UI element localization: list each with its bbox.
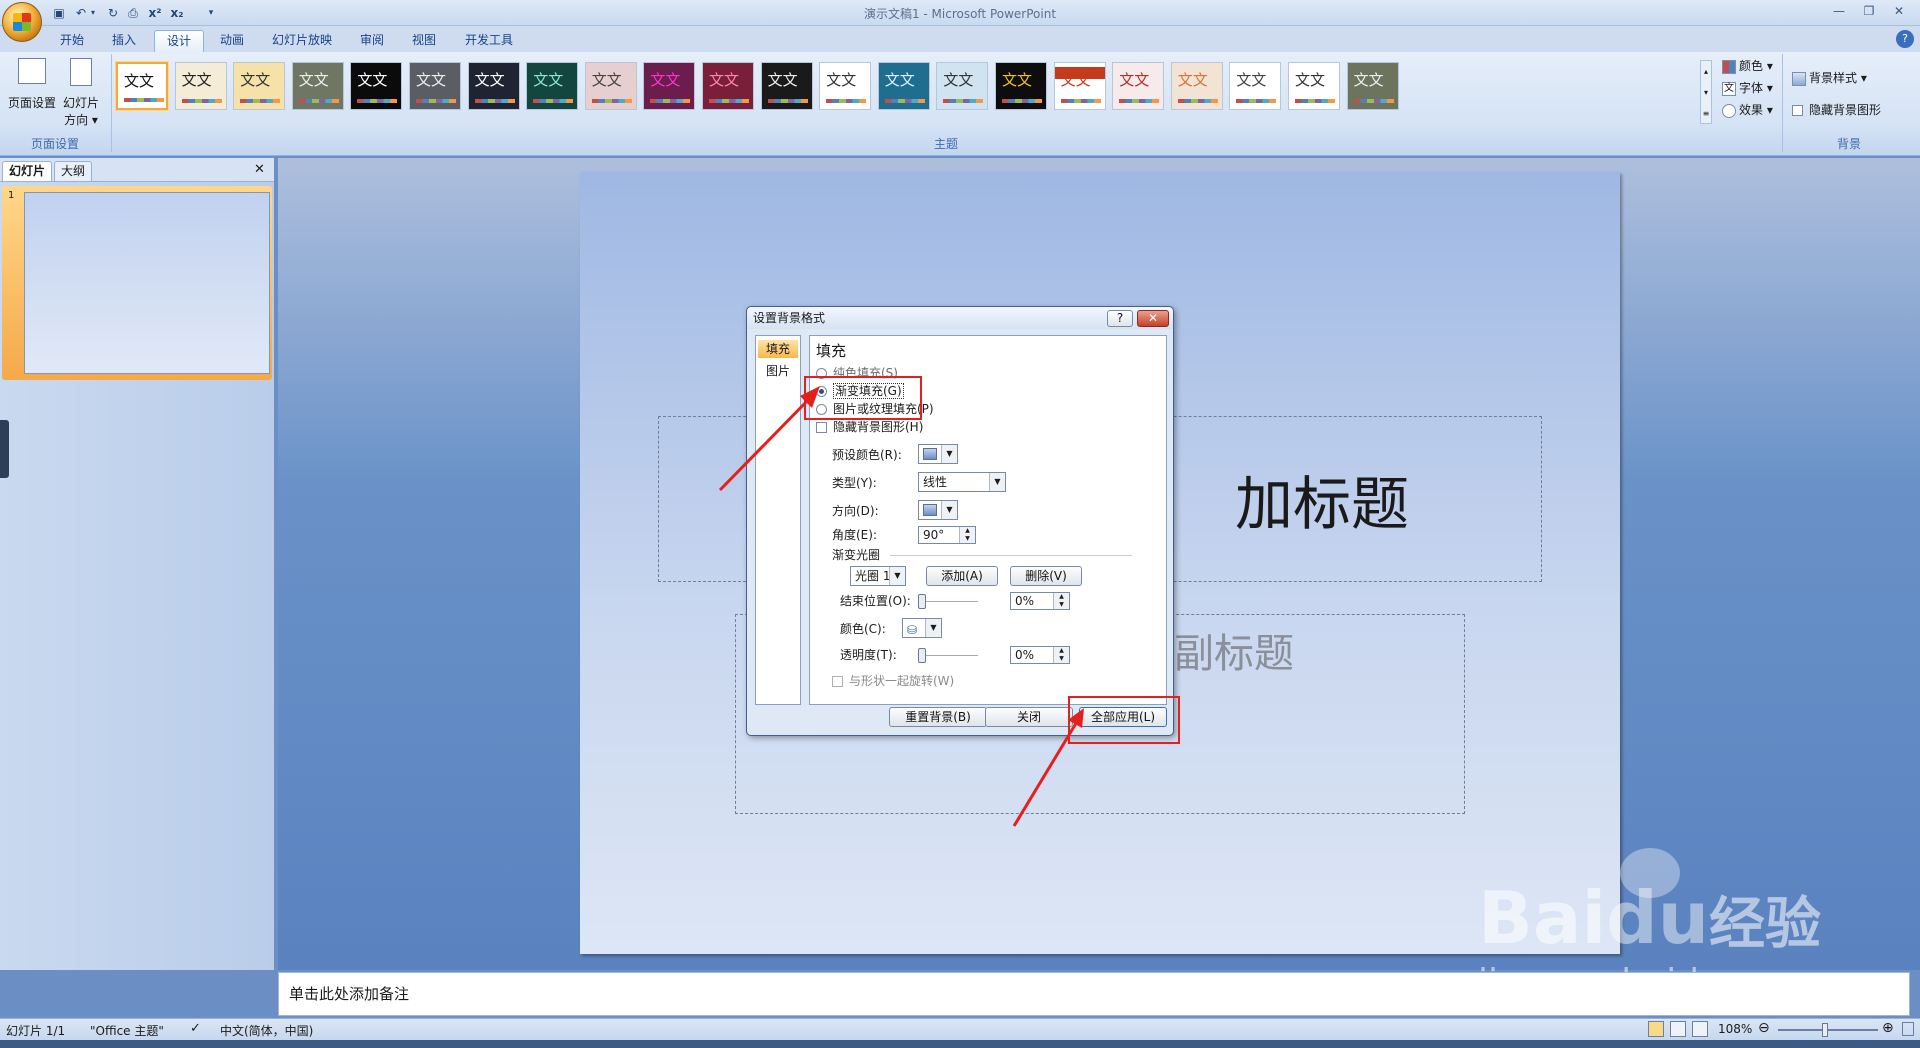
fit-window-icon[interactable] <box>1902 1022 1914 1036</box>
office-button[interactable] <box>2 2 42 42</box>
taskbar <box>0 1040 1920 1048</box>
arrow-line-1 <box>718 394 814 492</box>
zoom-in-icon[interactable]: ⊕ <box>1882 1020 1894 1036</box>
normal-view-icon[interactable] <box>1648 1021 1664 1037</box>
slideshow-view-icon[interactable] <box>1692 1021 1708 1037</box>
zoom-level[interactable]: 108% <box>1718 1022 1752 1036</box>
paw-logo-icon <box>1620 848 1680 898</box>
notes-placeholder: 单击此处添加备注 <box>289 985 410 1003</box>
slider-knob[interactable] <box>1822 1023 1828 1037</box>
status-bar: 幻灯片 1/1 "Office 主题" ✓ 中文(简体，中国) 108% ⊖ ⊕ <box>0 1018 1920 1040</box>
zoom-slider[interactable] <box>1778 1023 1878 1037</box>
arrow-line-2 <box>1012 719 1080 827</box>
office-logo-icon <box>13 13 31 31</box>
status-slide: 幻灯片 1/1 <box>6 1024 66 1038</box>
zoom-out-icon[interactable]: ⊖ <box>1758 1020 1770 1036</box>
notes-pane[interactable]: 单击此处添加备注 <box>278 972 1910 1016</box>
spellcheck-icon[interactable]: ✓ <box>190 1021 201 1036</box>
slide-sorter-icon[interactable] <box>1670 1021 1686 1037</box>
status-language: 中文(简体，中国) <box>220 1024 314 1038</box>
status-theme: "Office 主题" <box>90 1024 164 1038</box>
